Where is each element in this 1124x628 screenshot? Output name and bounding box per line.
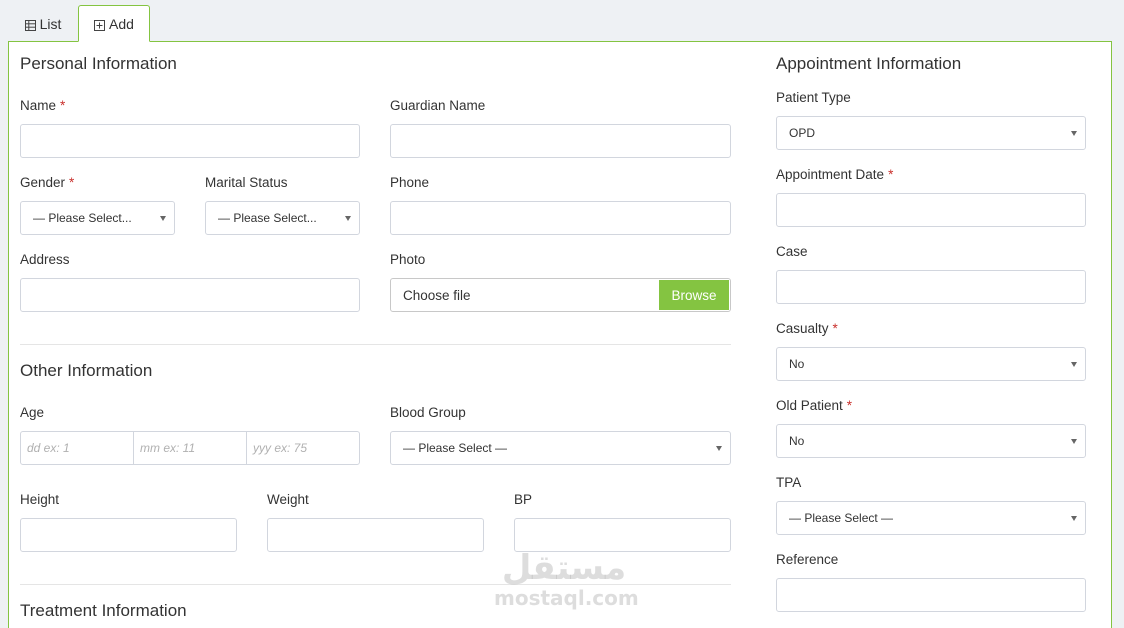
old-patient-label: Old Patient * — [776, 398, 853, 413]
phone-input[interactable] — [390, 201, 731, 235]
required-mark: * — [832, 321, 838, 336]
age-label: Age — [20, 405, 45, 420]
tpa-select-value: — Please Select — — [789, 511, 894, 525]
bp-label: BP — [514, 492, 533, 507]
patient-type-select-value: OPD — [789, 126, 816, 140]
file-name-text: Choose file — [403, 287, 471, 303]
caret-down-icon — [1071, 516, 1077, 521]
caret-down-icon — [716, 446, 722, 451]
required-mark: * — [60, 98, 66, 113]
age-year-input[interactable]: yyy ex: 75 — [247, 432, 359, 464]
weight-label: Weight — [267, 492, 309, 507]
patient-type-label: Patient Type — [776, 90, 851, 105]
gender-select[interactable]: — Please Select... — [20, 201, 175, 235]
appointment-date-label: Appointment Date * — [776, 167, 894, 182]
blood-group-select[interactable]: — Please Select — — [390, 431, 731, 465]
watermark-latin: mostaql.com — [494, 586, 639, 610]
gender-label: Gender * — [20, 175, 75, 190]
watermark-arabic: مستقل — [501, 548, 627, 588]
required-mark: * — [69, 175, 75, 190]
blood-group-label: Blood Group — [390, 405, 466, 420]
section-divider — [20, 344, 731, 345]
tpa-label: TPA — [776, 475, 802, 490]
other-info-heading: Other Information — [20, 361, 153, 380]
tab-list-label: List — [39, 15, 62, 32]
casualty-select-value: No — [789, 357, 805, 371]
personal-info-heading: Personal Information — [20, 54, 177, 73]
marital-status-select-value: — Please Select... — [218, 211, 317, 225]
name-label: Name * — [20, 98, 66, 113]
old-patient-select[interactable]: No — [776, 424, 1086, 458]
table-icon — [24, 18, 36, 31]
marital-status-select[interactable]: — Please Select... — [205, 201, 360, 235]
form-panel: Personal Information Name * Guardian Name… — [8, 41, 1112, 628]
required-mark: * — [846, 398, 853, 413]
marital-status-label: Marital Status — [205, 175, 288, 190]
casualty-select[interactable]: No — [776, 347, 1086, 381]
photo-label: Photo — [390, 252, 426, 267]
guardian-name-label: Guardian Name — [390, 98, 486, 113]
appointment-date-input[interactable] — [776, 193, 1086, 227]
tpa-select[interactable]: — Please Select — — [776, 501, 1086, 535]
treatment-info-heading: Treatment Information — [20, 601, 187, 620]
old-patient-select-value: No — [789, 434, 805, 448]
photo-file-input[interactable]: Choose file Browse — [390, 278, 731, 312]
name-input[interactable] — [20, 124, 360, 158]
phone-label: Phone — [390, 175, 430, 190]
height-input[interactable] — [20, 518, 237, 552]
caret-down-icon — [160, 216, 166, 221]
browse-button[interactable]: Browse — [659, 280, 729, 310]
age-input-group: dd ex: 1 mm ex: 11 yyy ex: 75 — [20, 431, 360, 465]
required-mark: * — [888, 167, 894, 182]
gender-select-value: — Please Select... — [33, 211, 132, 225]
patient-type-select[interactable]: OPD — [776, 116, 1086, 150]
caret-down-icon — [1071, 131, 1077, 136]
address-label: Address — [20, 252, 70, 267]
mostaql-watermark: مستقل mostaql.com — [494, 548, 639, 610]
guardian-name-input[interactable] — [390, 124, 731, 158]
tab-add[interactable]: Add — [78, 5, 150, 42]
age-month-input[interactable]: mm ex: 11 — [134, 432, 247, 464]
tab-list[interactable]: List — [8, 5, 78, 42]
plus-square-icon — [94, 18, 106, 31]
appointment-info-heading: Appointment Information — [776, 54, 962, 73]
reference-label: Reference — [776, 552, 839, 567]
blood-group-select-value: — Please Select — — [403, 441, 508, 455]
caret-down-icon — [345, 216, 351, 221]
case-label: Case — [776, 244, 808, 259]
tab-add-label: Add — [109, 15, 134, 32]
weight-input[interactable] — [267, 518, 484, 552]
reference-input[interactable] — [776, 578, 1086, 612]
age-day-input[interactable]: dd ex: 1 — [21, 432, 134, 464]
case-input[interactable] — [776, 270, 1086, 304]
casualty-label: Casualty * — [776, 321, 838, 336]
caret-down-icon — [1071, 362, 1077, 367]
caret-down-icon — [1071, 439, 1077, 444]
address-input[interactable] — [20, 278, 360, 312]
height-label: Height — [20, 492, 60, 507]
bp-input[interactable] — [514, 518, 731, 552]
